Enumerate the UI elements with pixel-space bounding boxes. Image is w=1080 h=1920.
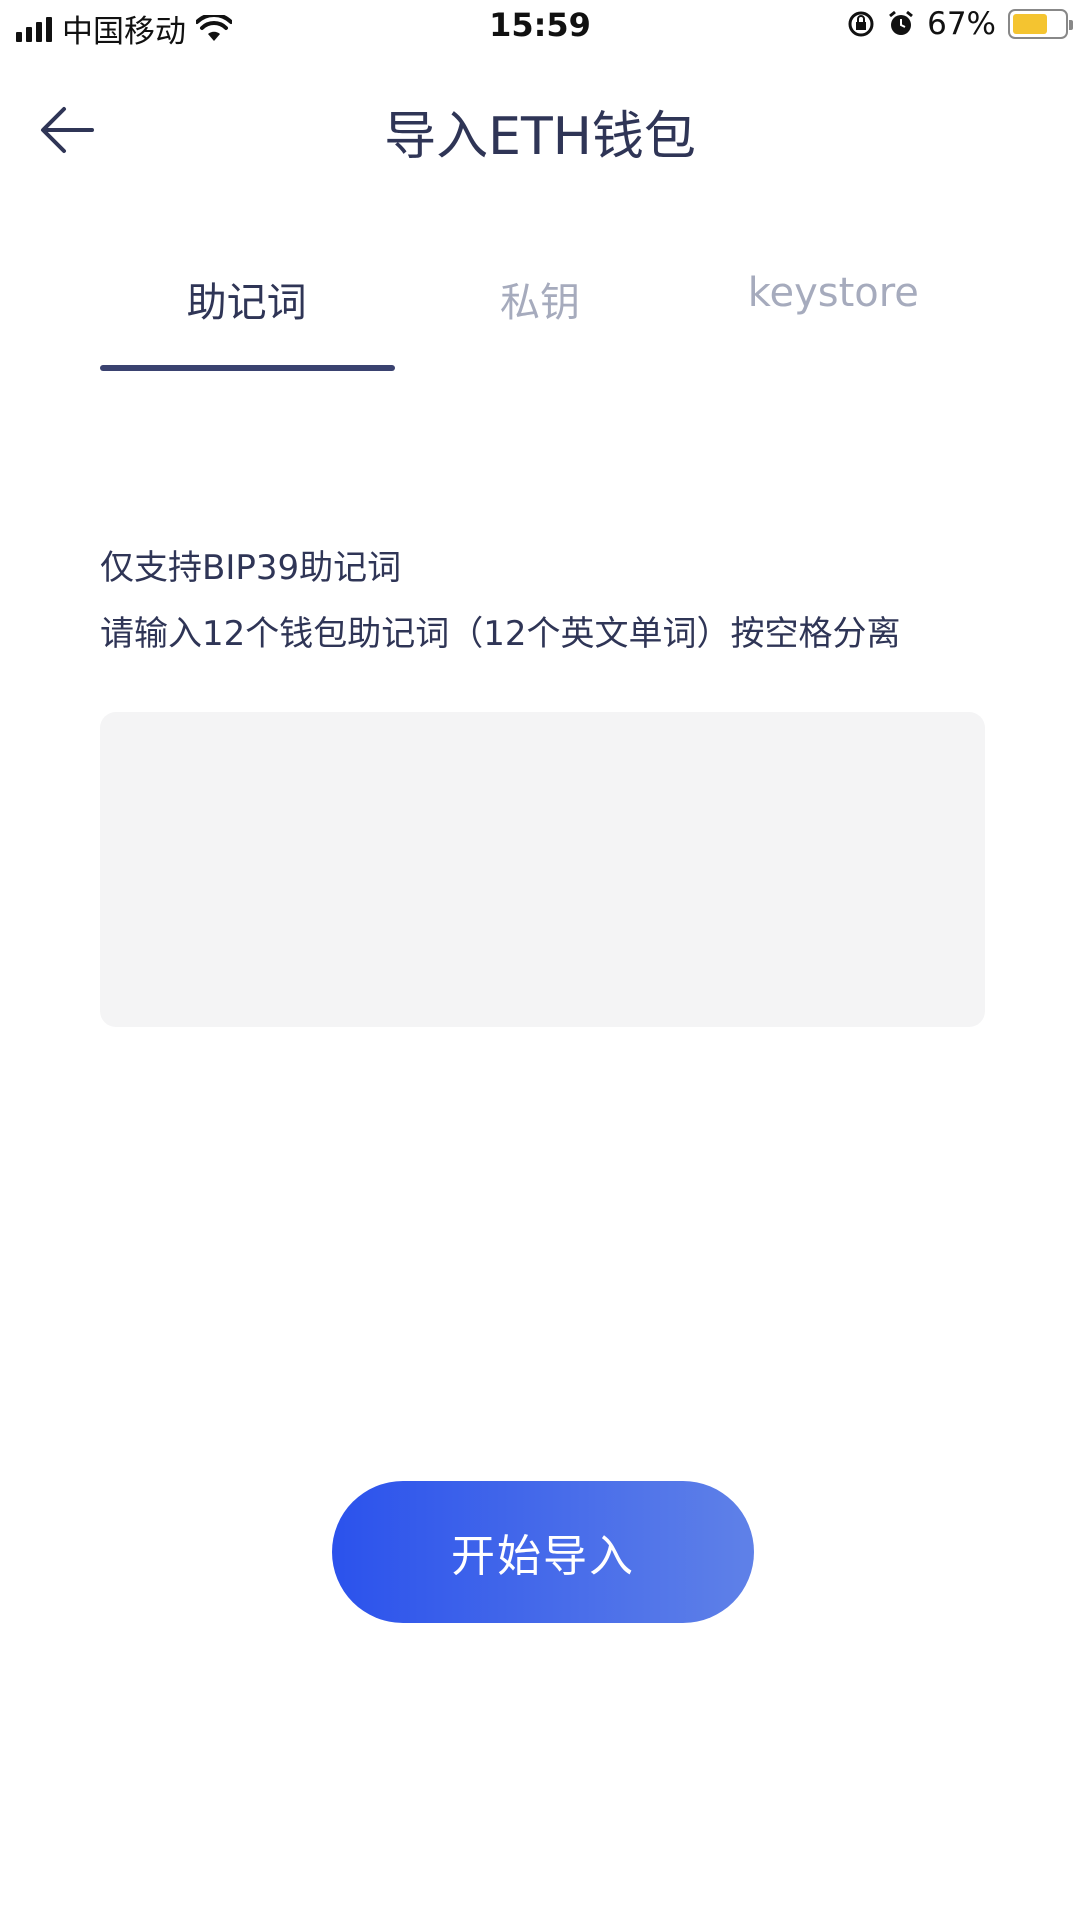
page-title: 导入ETH钱包 [384,107,696,167]
instruction-line-2: 请输入12个钱包助记词（12个英文单词）按空格分离 [100,614,901,654]
tab-private-key[interactable]: 私钥 [393,270,686,370]
alarm-icon [889,10,914,35]
tab-keystore[interactable]: keystore [687,270,980,370]
active-tab-indicator [100,365,395,371]
nav-bar: 导入ETH钱包 [0,80,1080,180]
battery-icon [1008,9,1073,39]
status-right: 67% [847,6,1073,42]
mnemonic-input[interactable] [100,712,985,1027]
rotation-lock-icon [848,11,874,37]
tab-mnemonic[interactable]: 助记词 [100,270,393,370]
status-bar: 中国移动 15:59 67% [0,0,1080,54]
battery-percent: 67% [927,6,996,42]
start-import-button[interactable]: 开始导入 [332,1481,754,1623]
instruction-line-1: 仅支持BIP39助记词 [100,548,402,588]
instructions: 仅支持BIP39助记词 请输入12个钱包助记词（12个英文单词）按空格分离 [100,535,901,667]
tab-bar: 助记词 私钥 keystore [100,270,980,370]
battery-fill [1013,14,1047,34]
